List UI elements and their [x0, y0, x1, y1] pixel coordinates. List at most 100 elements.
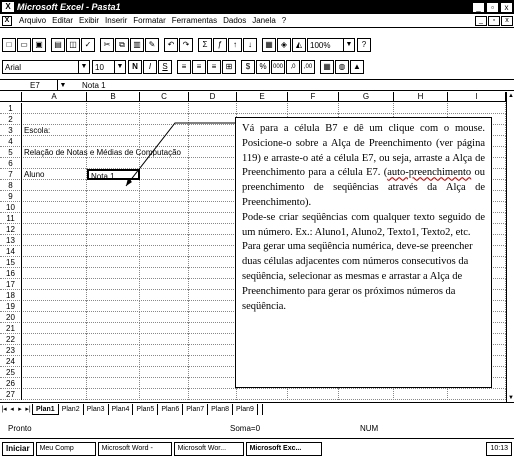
- row-header[interactable]: 14: [0, 246, 22, 257]
- sheet-tab-plan6[interactable]: Plan6: [158, 403, 184, 415]
- autosum-icon[interactable]: Σ: [198, 38, 212, 52]
- start-button[interactable]: Iniciar: [2, 441, 34, 456]
- cell[interactable]: [189, 290, 237, 301]
- taskbar-item-active[interactable]: Microsoft Exc...: [245, 441, 322, 456]
- menu-exibir[interactable]: Exibir: [76, 16, 102, 25]
- column-header-i[interactable]: I: [448, 92, 506, 102]
- column-header-c[interactable]: C: [140, 92, 189, 102]
- help-icon[interactable]: ?: [357, 38, 371, 52]
- undo-icon[interactable]: ↶: [164, 38, 178, 52]
- cell[interactable]: [140, 246, 189, 257]
- formula-input[interactable]: Nota 1: [68, 81, 106, 90]
- cell[interactable]: [87, 147, 140, 158]
- row-header[interactable]: 18: [0, 290, 22, 301]
- menu-janela[interactable]: Janela: [249, 16, 279, 25]
- row-header[interactable]: 4: [0, 136, 22, 147]
- copy-icon[interactable]: ⧉: [115, 38, 129, 52]
- currency-button[interactable]: $: [241, 60, 255, 74]
- cell[interactable]: [87, 180, 140, 191]
- cell[interactable]: [339, 103, 394, 114]
- align-center-icon[interactable]: ≡: [192, 60, 206, 74]
- column-header-b[interactable]: B: [87, 92, 140, 102]
- cell[interactable]: [22, 367, 87, 378]
- chart-wizard-icon[interactable]: ▦: [262, 38, 276, 52]
- italic-button[interactable]: I: [143, 60, 157, 74]
- cell[interactable]: [189, 312, 237, 323]
- row-header[interactable]: 19: [0, 301, 22, 312]
- horizontal-scrollbar[interactable]: [261, 403, 514, 415]
- menu-arquivo[interactable]: Arquivo: [16, 16, 49, 25]
- active-cell[interactable]: Nota 1: [87, 169, 140, 181]
- cell[interactable]: [22, 103, 87, 114]
- close-button[interactable]: x: [500, 1, 513, 13]
- cell[interactable]: [22, 378, 87, 389]
- cell[interactable]: [22, 158, 87, 169]
- cell[interactable]: [22, 356, 87, 367]
- borders-icon[interactable]: ▦: [320, 60, 334, 74]
- row-header[interactable]: 27: [0, 389, 22, 400]
- row-header[interactable]: 1: [0, 103, 22, 114]
- cell[interactable]: [189, 180, 237, 191]
- cell[interactable]: [87, 125, 140, 136]
- cell[interactable]: [288, 389, 339, 400]
- row-header[interactable]: 15: [0, 257, 22, 268]
- cell[interactable]: [22, 323, 87, 334]
- cell[interactable]: [189, 169, 237, 180]
- underline-button[interactable]: S: [158, 60, 172, 74]
- cell[interactable]: [87, 224, 140, 235]
- cell[interactable]: [22, 224, 87, 235]
- cell[interactable]: [237, 103, 288, 114]
- scroll-down-icon[interactable]: ▼: [507, 394, 514, 402]
- function-icon[interactable]: ƒ: [213, 38, 227, 52]
- sort-desc-icon[interactable]: ↓: [243, 38, 257, 52]
- menu-ferramentas[interactable]: Ferramentas: [169, 16, 220, 25]
- cell[interactable]: [189, 301, 237, 312]
- excel-app-icon[interactable]: X: [2, 2, 14, 12]
- cell[interactable]: [189, 389, 237, 400]
- maximize-button[interactable]: ▫: [486, 1, 499, 13]
- cell[interactable]: [140, 279, 189, 290]
- column-header-d[interactable]: D: [189, 92, 237, 102]
- column-header-g[interactable]: G: [339, 92, 394, 102]
- cell[interactable]: [87, 268, 140, 279]
- cell[interactable]: [22, 334, 87, 345]
- cell[interactable]: [189, 202, 237, 213]
- cell[interactable]: [22, 290, 87, 301]
- row-header[interactable]: 22: [0, 334, 22, 345]
- menu-dados[interactable]: Dados: [220, 16, 249, 25]
- cell[interactable]: [448, 389, 506, 400]
- row-header[interactable]: 7: [0, 169, 22, 180]
- cell[interactable]: [22, 180, 87, 191]
- cell[interactable]: [140, 301, 189, 312]
- sheet-tab-plan9[interactable]: Plan9: [233, 403, 258, 415]
- cell[interactable]: [339, 389, 394, 400]
- cell[interactable]: [87, 301, 140, 312]
- cell[interactable]: [87, 202, 140, 213]
- vertical-scrollbar[interactable]: ▲ ▼: [506, 92, 514, 402]
- cell[interactable]: [22, 279, 87, 290]
- row-header[interactable]: 8: [0, 180, 22, 191]
- cell[interactable]: [189, 235, 237, 246]
- row-header[interactable]: 10: [0, 202, 22, 213]
- new-icon[interactable]: □: [2, 38, 16, 52]
- cell[interactable]: [87, 191, 140, 202]
- cell[interactable]: [87, 136, 140, 147]
- column-header-f[interactable]: F: [288, 92, 339, 102]
- taskbar-item[interactable]: Microsoft Word -: [97, 441, 172, 456]
- cell[interactable]: Escola:: [22, 125, 87, 136]
- cell[interactable]: [140, 268, 189, 279]
- sort-asc-icon[interactable]: ↑: [228, 38, 242, 52]
- cell[interactable]: [87, 246, 140, 257]
- cell[interactable]: [140, 378, 189, 389]
- drawing-icon[interactable]: ◭: [292, 38, 306, 52]
- row-header[interactable]: 24: [0, 356, 22, 367]
- menu-ajuda[interactable]: ?: [279, 16, 289, 25]
- sheet-tab-plan7[interactable]: Plan7: [183, 403, 209, 415]
- cell[interactable]: [87, 389, 140, 400]
- cell[interactable]: [87, 290, 140, 301]
- name-box[interactable]: E7: [0, 79, 58, 91]
- cell[interactable]: [140, 202, 189, 213]
- cell[interactable]: [140, 103, 189, 114]
- cell[interactable]: [87, 103, 140, 114]
- fill-color-icon[interactable]: ◍: [335, 60, 349, 74]
